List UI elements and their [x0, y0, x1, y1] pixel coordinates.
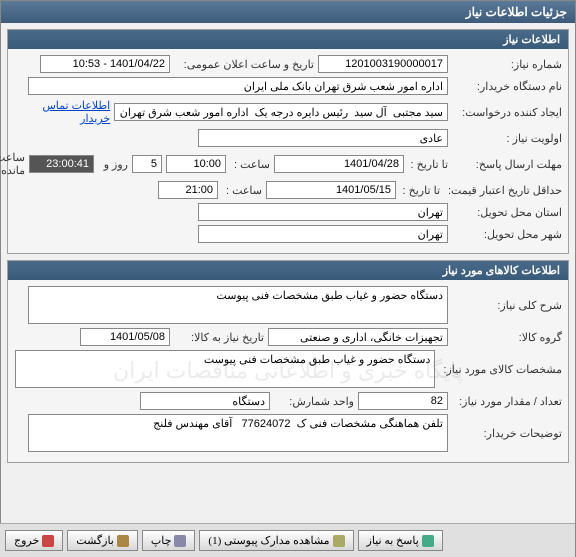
- attachments-button[interactable]: مشاهده مدارک پیوستی (1): [199, 530, 353, 551]
- print-button-label: چاپ: [151, 534, 172, 547]
- label-unit: واحد شمارش:: [274, 395, 354, 408]
- label-time-2: ساعت :: [222, 184, 262, 197]
- field-price-to-date[interactable]: [266, 181, 396, 199]
- label-buyer-notes: توضیحات خریدار:: [452, 427, 562, 440]
- label-price-validity: حداقل تاریخ اعتبار قیمت:: [444, 184, 562, 197]
- field-province[interactable]: [198, 203, 448, 221]
- back-icon: [117, 535, 129, 547]
- field-announce-date[interactable]: [40, 55, 170, 73]
- field-reply-time[interactable]: [166, 155, 226, 173]
- footer-toolbar: پاسخ به نیاز مشاهده مدارک پیوستی (1) چاپ…: [0, 523, 575, 557]
- label-city: شهر محل تحویل:: [452, 228, 562, 241]
- field-general-desc[interactable]: [28, 286, 448, 324]
- attachment-icon: [333, 535, 345, 547]
- section-header-goods: اطلاعات کالاهای مورد نیاز: [8, 261, 568, 280]
- field-item-spec[interactable]: [15, 350, 435, 388]
- field-qty[interactable]: [358, 392, 448, 410]
- label-days-and: روز و: [98, 158, 128, 171]
- field-goods-group[interactable]: [268, 328, 448, 346]
- label-qty: تعداد / مقدار مورد نیاز:: [452, 395, 562, 408]
- field-buyer-org[interactable]: [28, 77, 448, 95]
- link-contact-buyer[interactable]: اطلاعات تماس خریدار: [14, 99, 110, 125]
- field-reply-to-date[interactable]: [274, 155, 404, 173]
- label-buyer-org: نام دستگاه خریدار:: [452, 80, 562, 93]
- section-request-info: اطلاعات نیاز شماره نیاز: تاریخ و ساعت اع…: [7, 29, 569, 254]
- exit-button-label: خروج: [14, 534, 39, 547]
- field-countdown: [29, 155, 94, 173]
- field-creator[interactable]: [114, 103, 448, 121]
- reply-button[interactable]: پاسخ به نیاز: [358, 530, 443, 551]
- label-request-no: شماره نیاز:: [452, 58, 562, 71]
- section-header-request: اطلاعات نیاز: [8, 30, 568, 49]
- print-icon: [174, 535, 186, 547]
- label-to-date-2: تا تاریخ :: [400, 184, 440, 197]
- attachments-button-label: مشاهده مدارک پیوستی (1): [208, 534, 329, 547]
- back-button-label: بازگشت: [76, 534, 114, 547]
- label-priority: اولویت نیاز :: [452, 132, 562, 145]
- field-price-time[interactable]: [158, 181, 218, 199]
- field-unit[interactable]: [140, 392, 270, 410]
- label-goods-group: گروه کالا:: [452, 331, 562, 344]
- field-days-left: [132, 155, 162, 173]
- label-province: استان محل تحویل:: [452, 206, 562, 219]
- exit-button[interactable]: خروج: [5, 530, 63, 551]
- window-title: جزئیات اطلاعات نیاز: [466, 5, 567, 19]
- reply-button-label: پاسخ به نیاز: [367, 534, 419, 547]
- back-button[interactable]: بازگشت: [67, 530, 138, 551]
- label-need-date: تاریخ نیاز به کالا:: [174, 331, 264, 344]
- print-button[interactable]: چاپ: [142, 530, 196, 551]
- label-creator: ایجاد کننده درخواست:: [452, 106, 562, 119]
- label-general-desc: شرح کلی نیاز:: [452, 299, 562, 312]
- label-to-date-1: تا تاریخ :: [408, 158, 448, 171]
- window-title-bar: جزئیات اطلاعات نیاز: [1, 1, 575, 23]
- section-goods-info: اطلاعات کالاهای مورد نیاز پایگاه خبری و …: [7, 260, 569, 463]
- field-city[interactable]: [198, 225, 448, 243]
- label-time-1: ساعت :: [230, 158, 270, 171]
- field-buyer-notes[interactable]: [28, 414, 448, 452]
- field-need-date[interactable]: [80, 328, 170, 346]
- reply-icon: [422, 535, 434, 547]
- label-item-spec: مشخصات کالای مورد نیاز:: [439, 363, 562, 376]
- label-remaining: ساعت باقی مانده: [0, 151, 25, 177]
- window: جزئیات اطلاعات نیاز اطلاعات نیاز شماره ن…: [0, 0, 576, 557]
- field-priority[interactable]: [198, 129, 448, 147]
- label-reply-deadline: مهلت ارسال پاسخ:: [452, 158, 562, 171]
- label-announce-date: تاریخ و ساعت اعلان عمومی:: [174, 58, 314, 71]
- exit-icon: [42, 535, 54, 547]
- field-request-no[interactable]: [318, 55, 448, 73]
